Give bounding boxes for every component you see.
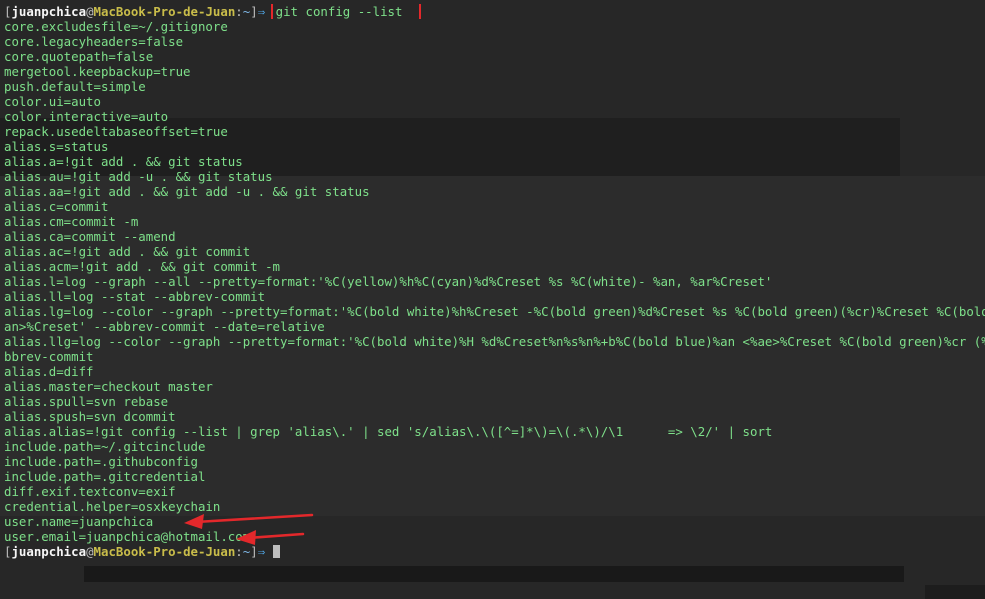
output-line: alias.ll=log --stat --abbrev-commit (4, 289, 266, 304)
highlighted-command: git config --list (270, 4, 421, 19)
output-line: bbrev-commit (4, 349, 94, 364)
output-line: alias.a=!git add . && git status (4, 154, 243, 169)
output-line: diff.exif.textconv=exif (4, 484, 176, 499)
output-line: mergetool.keepbackup=true (4, 64, 191, 79)
output-line: repack.usedeltabaseoffset=true (4, 124, 228, 139)
output-line: include.path=~/.gitcinclude (4, 439, 206, 454)
output-line: alias.c=commit (4, 199, 109, 214)
output-line: alias.au=!git add -u . && git status (4, 169, 273, 184)
output-line: alias.l=log --graph --all --pretty=forma… (4, 274, 773, 289)
output-line: color.interactive=auto (4, 109, 169, 124)
output-line: core.quotepath=false (4, 49, 154, 64)
terminal-window[interactable]: [juanpchica@MacBook-Pro-de-Juan:~]⇒ git … (0, 0, 985, 599)
prompt-arrow-icon: ⇒ (257, 4, 266, 19)
output-line: alias.ac=!git add . && git commit (4, 244, 251, 259)
output-line: alias.ca=commit --amend (4, 229, 176, 244)
output-line: core.legacyheaders=false (4, 34, 184, 49)
prompt-separator: : (235, 544, 243, 559)
prompt-separator: : (235, 4, 243, 19)
prompt-user: juanpchica (11, 544, 87, 559)
prompt-host: MacBook-Pro-de-Juan (93, 4, 236, 19)
output-line: user.email=juanpchica@hotmail.com (4, 529, 251, 544)
prompt-user: juanpchica (11, 4, 87, 19)
output-line: alias.s=status (4, 139, 109, 154)
output-line: alias.master=checkout master (4, 379, 213, 394)
prompt-line: [juanpchica@MacBook-Pro-de-Juan:~]⇒ git … (4, 4, 985, 19)
prompt-line-current[interactable]: [juanpchica@MacBook-Pro-de-Juan:~]⇒ (4, 544, 985, 559)
output-line: alias.d=diff (4, 364, 94, 379)
output-line: include.path=.gitcredential (4, 469, 206, 484)
output-line: an>%Creset' --abbrev-commit --date=relat… (4, 319, 325, 334)
output-line: core.excludesfile=~/.gitignore (4, 19, 228, 34)
output-line: alias.spull=svn rebase (4, 394, 169, 409)
output-line: credential.helper=osxkeychain (4, 499, 221, 514)
output-line: alias.alias=!git config --list | grep 'a… (4, 424, 773, 439)
output-line: alias.spush=svn dcommit (4, 409, 176, 424)
output-line: color.ui=auto (4, 94, 101, 109)
prompt-host: MacBook-Pro-de-Juan (93, 544, 236, 559)
output-line: alias.lg=log --color --graph --pretty=fo… (4, 304, 985, 319)
prompt-arrow-icon: ⇒ (257, 544, 266, 559)
output-line: user.name=juanpchica (4, 514, 154, 529)
output-line: alias.aa=!git add . && git add -u . && g… (4, 184, 370, 199)
terminal-lines: [juanpchica@MacBook-Pro-de-Juan:~]⇒ git … (4, 4, 985, 559)
prompt-at: @ (86, 4, 94, 19)
output-line: push.default=simple (4, 79, 146, 94)
output-line: alias.llg=log --color --graph --pretty=f… (4, 334, 985, 349)
output-line: alias.cm=commit -m (4, 214, 139, 229)
cursor-block-icon (272, 545, 280, 558)
command-output: core.excludesfile=~/.gitignore core.legac… (4, 19, 985, 544)
prompt-at: @ (86, 544, 94, 559)
output-line: alias.acm=!git add . && git commit -m (4, 259, 281, 274)
background-window-shade (84, 566, 904, 582)
prompt-bracket-close: ] (250, 544, 258, 559)
prompt-bracket-close: ] (250, 4, 258, 19)
output-line: include.path=.githubconfig (4, 454, 198, 469)
background-window-shade (925, 585, 985, 599)
